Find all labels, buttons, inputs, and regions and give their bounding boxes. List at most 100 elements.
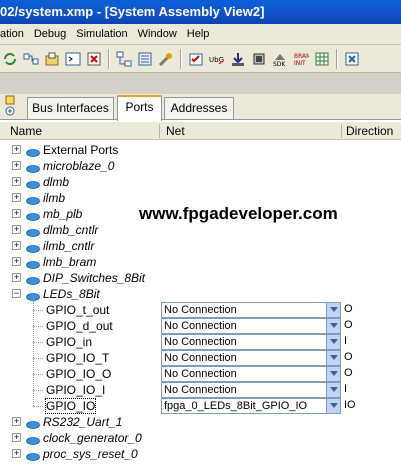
tools-icon[interactable] xyxy=(157,50,175,68)
net-value: No Connection xyxy=(164,320,237,332)
column-name[interactable]: Name xyxy=(10,124,42,138)
expand-icon[interactable]: + xyxy=(12,241,21,250)
open-icon[interactable] xyxy=(43,50,61,68)
tree-connector xyxy=(33,374,43,375)
expand-icon[interactable]: + xyxy=(12,209,21,218)
device-icon[interactable] xyxy=(250,50,268,68)
chevron-down-icon[interactable] xyxy=(326,335,340,349)
svg-text:SDK: SDK xyxy=(273,61,286,67)
port-direction: I xyxy=(344,335,348,347)
ubg-icon[interactable]: UbG xyxy=(208,50,226,68)
tab-ports[interactable]: Ports xyxy=(117,95,162,121)
net-select[interactable]: No Connection xyxy=(161,318,341,334)
terminal-icon[interactable] xyxy=(64,50,82,68)
tab-addresses[interactable]: Addresses xyxy=(164,97,234,119)
net-select[interactable]: No Connection xyxy=(161,334,341,350)
tree-node-label: External Ports xyxy=(43,143,119,157)
expand-icon[interactable]: + xyxy=(12,161,21,170)
port-row[interactable]: GPIO_IO_T No Connection O xyxy=(0,350,401,366)
tree-row[interactable]: + lmb_bram xyxy=(0,254,401,270)
column-divider[interactable] xyxy=(341,124,342,138)
tree-row[interactable]: + External Ports xyxy=(0,142,401,158)
menu-window[interactable]: Window xyxy=(133,28,182,40)
port-row[interactable]: GPIO_IO fpga_0_LEDs_8Bit_GPIO_IO IO xyxy=(0,398,401,414)
column-divider[interactable] xyxy=(159,124,160,138)
column-net[interactable]: Net xyxy=(166,124,185,138)
net-select[interactable]: No Connection xyxy=(161,366,341,382)
expand-icon[interactable]: + xyxy=(12,225,21,234)
expand-icon[interactable]: + xyxy=(12,177,21,186)
tree-row[interactable]: + RS232_Uart_1 xyxy=(0,414,401,430)
expand-icon[interactable]: + xyxy=(12,417,21,426)
chevron-down-icon[interactable] xyxy=(326,367,340,381)
tree-node-label: DIP_Switches_8Bit xyxy=(43,271,146,285)
tree-row[interactable]: + dlmb xyxy=(0,174,401,190)
svg-text:UbG: UbG xyxy=(209,56,224,64)
component-icon xyxy=(26,258,40,269)
port-row[interactable]: GPIO_t_out No Connection O xyxy=(0,302,401,318)
tree-connector xyxy=(33,342,43,343)
stop-icon[interactable] xyxy=(343,50,361,68)
net-select[interactable]: No Connection xyxy=(161,382,341,398)
tab-bus-interfaces[interactable]: Bus Interfaces xyxy=(27,97,114,119)
collapse-icon[interactable]: − xyxy=(12,289,21,298)
tree-row[interactable]: + DIP_Switches_8Bit xyxy=(0,270,401,286)
expand-icon[interactable]: + xyxy=(12,273,21,282)
tree-row[interactable]: + dlmb_cntlr xyxy=(0,222,401,238)
panel-pin-icon[interactable] xyxy=(4,95,16,117)
menu-bar: ation Debug Simulation Window Help xyxy=(0,24,401,45)
port-row[interactable]: GPIO_IO_I No Connection I xyxy=(0,382,401,398)
port-row[interactable]: GPIO_d_out No Connection O xyxy=(0,318,401,334)
chevron-down-icon[interactable] xyxy=(326,383,340,397)
menu-simulation[interactable]: Simulation xyxy=(71,28,132,40)
port-row[interactable]: GPIO_in No Connection I xyxy=(0,334,401,350)
sdk-icon[interactable]: SDK xyxy=(271,50,289,68)
tree-row[interactable]: + ilmb_cntlr xyxy=(0,238,401,254)
chevron-down-icon[interactable] xyxy=(326,351,340,365)
bram-init-icon[interactable]: BRAMINIT xyxy=(292,50,310,68)
port-row[interactable]: GPIO_IO_O No Connection O xyxy=(0,366,401,382)
hierarchy-icon[interactable] xyxy=(115,50,133,68)
component-icon xyxy=(26,178,40,189)
component-icon xyxy=(26,210,40,221)
tree-node-label: ilmb_cntlr xyxy=(43,239,95,253)
tree-row[interactable]: − LEDs_8Bit xyxy=(0,286,401,302)
expand-icon[interactable]: + xyxy=(12,193,21,202)
connect-icon[interactable] xyxy=(22,50,40,68)
chevron-down-icon[interactable] xyxy=(326,303,340,317)
expand-icon[interactable]: + xyxy=(12,433,21,442)
tree-node-label: microblaze_0 xyxy=(43,159,115,173)
component-icon xyxy=(26,418,40,429)
grid-icon[interactable] xyxy=(313,50,331,68)
download-icon[interactable] xyxy=(229,50,247,68)
refresh-icon[interactable] xyxy=(1,50,19,68)
tree-connector xyxy=(33,390,43,391)
net-value: No Connection xyxy=(164,352,237,364)
tree-node-label: lmb_bram xyxy=(43,255,97,269)
port-name: GPIO_IO xyxy=(44,398,97,414)
net-select[interactable]: fpga_0_LEDs_8Bit_GPIO_IO xyxy=(161,398,341,414)
filter-icon[interactable] xyxy=(136,50,154,68)
column-header: Name Net Direction xyxy=(0,122,401,140)
close-doc-icon[interactable] xyxy=(85,50,103,68)
component-icon xyxy=(26,290,40,301)
tree-node-label: mb_plb xyxy=(43,207,83,221)
tree-row[interactable]: + proc_sys_reset_0 xyxy=(0,446,401,462)
net-select[interactable]: No Connection xyxy=(161,350,341,366)
component-icon xyxy=(26,226,40,237)
column-direction[interactable]: Direction xyxy=(346,124,393,138)
tree-node-label: clock_generator_0 xyxy=(43,431,142,445)
tree-row[interactable]: + microblaze_0 xyxy=(0,158,401,174)
menu-help[interactable]: Help xyxy=(182,28,215,40)
tree-row[interactable]: + clock_generator_0 xyxy=(0,430,401,446)
menu-operation[interactable]: ation xyxy=(0,28,29,40)
expand-icon[interactable]: + xyxy=(12,449,21,458)
net-select[interactable]: No Connection xyxy=(161,302,341,318)
component-icon xyxy=(26,434,40,445)
expand-icon[interactable]: + xyxy=(12,145,21,154)
chevron-down-icon[interactable] xyxy=(326,319,340,333)
checklist-icon[interactable] xyxy=(187,50,205,68)
chevron-down-icon[interactable] xyxy=(326,399,340,413)
menu-debug[interactable]: Debug xyxy=(29,28,71,40)
expand-icon[interactable]: + xyxy=(12,257,21,266)
